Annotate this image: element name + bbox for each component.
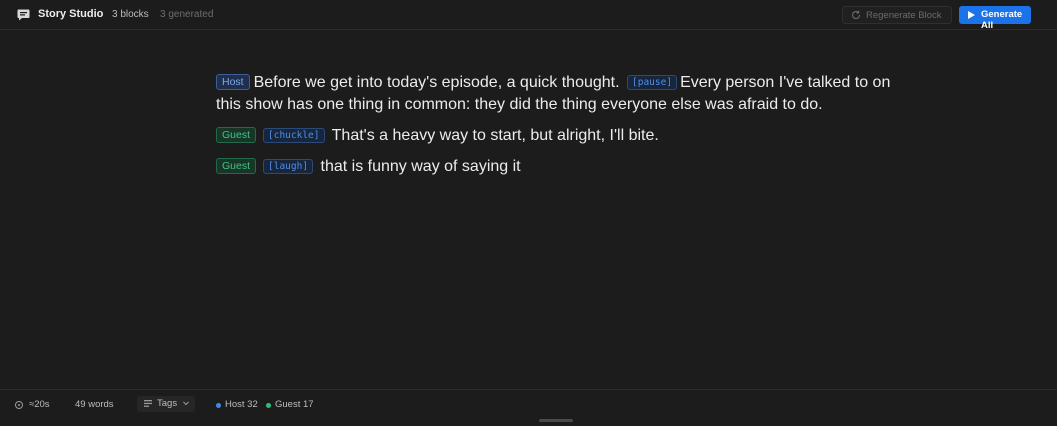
resize-handle[interactable]: [539, 419, 573, 422]
block-text: Before we get into today's episode, a qu…: [253, 74, 620, 91]
generate-all-label: Generate All: [981, 9, 1023, 31]
chevron-down-icon: [183, 401, 189, 406]
tags-dropdown[interactable]: Tags: [137, 396, 195, 412]
clock-icon: [15, 401, 23, 409]
host-dot-icon: [216, 403, 221, 408]
speaker-badge-host[interactable]: Host: [216, 74, 250, 90]
script-block[interactable]: Guest [laugh] that is funny way of saying…: [216, 156, 896, 178]
top-bar: Story Studio 3 blocks 3 generated Regene…: [0, 0, 1057, 31]
chat-bubble-icon: [17, 9, 30, 21]
play-icon: [968, 11, 975, 19]
script-block[interactable]: Host Before we get into today's episode, …: [216, 72, 896, 116]
regenerate-block-button[interactable]: Regenerate Block: [842, 6, 952, 24]
app-title: Story Studio: [38, 8, 104, 20]
host-word-stat: Host 32: [225, 399, 258, 410]
audio-tag[interactable]: [chuckle]: [263, 128, 325, 143]
generate-all-button[interactable]: Generate All: [959, 6, 1031, 31]
guest-dot-icon: [266, 403, 271, 408]
status-bar: ≈20s 49 words Tags Host 32 Guest 17: [0, 389, 1057, 426]
audio-tag[interactable]: [laugh]: [263, 159, 314, 174]
blocks-count: 3 blocks: [112, 9, 149, 20]
guest-word-stat: Guest 17: [275, 399, 314, 410]
script-editor[interactable]: Host Before we get into today's episode, …: [216, 72, 896, 187]
block-text: that is funny way of saying it: [320, 158, 521, 175]
generated-count: 3 generated: [160, 9, 214, 20]
word-count: 49 words: [75, 399, 114, 410]
speaker-badge-guest[interactable]: Guest: [216, 158, 257, 174]
tags-icon: [144, 400, 152, 407]
duration-estimate: ≈20s: [29, 399, 50, 410]
regenerate-block-label: Regenerate Block: [866, 10, 942, 21]
block-text: That's a heavy way to start, but alright…: [331, 127, 659, 144]
audio-tag[interactable]: [pause]: [627, 75, 678, 90]
script-block[interactable]: Guest [chuckle] That's a heavy way to sta…: [216, 125, 896, 147]
refresh-icon: [852, 10, 861, 20]
speaker-badge-guest[interactable]: Guest: [216, 127, 257, 143]
tags-label: Tags: [157, 398, 178, 409]
